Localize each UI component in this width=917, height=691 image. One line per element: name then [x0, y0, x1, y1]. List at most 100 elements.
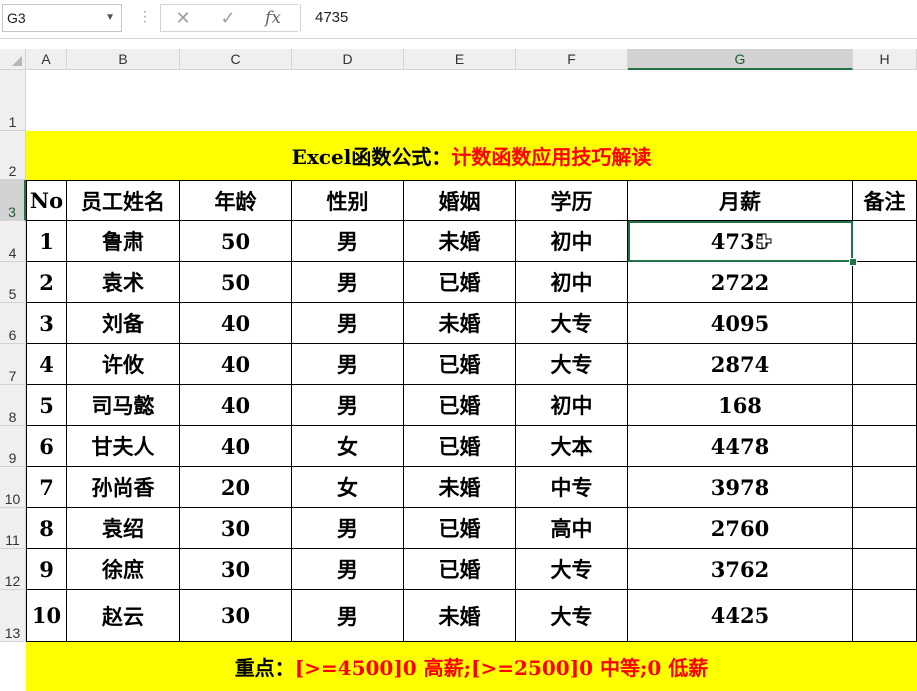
fill-handle[interactable]	[849, 258, 857, 266]
chevron-down-icon[interactable]: ▼	[105, 5, 115, 31]
row-header-6[interactable]: 6	[0, 303, 26, 344]
table-cell[interactable]: 4	[26, 344, 67, 385]
table-cell[interactable]: 3	[26, 303, 67, 344]
row-header-3[interactable]: 3	[0, 180, 26, 221]
table-cell[interactable]: 已婚	[404, 262, 516, 303]
sheet-footer-note[interactable]: 重点： [>=4500]0 高薪;[>=2500]0 中等;0 低薪	[26, 642, 917, 691]
table-cell[interactable]: 3762	[628, 549, 853, 590]
table-cell[interactable]: 已婚	[404, 385, 516, 426]
table-cell[interactable]: 徐庶	[67, 549, 180, 590]
table-cell[interactable]: 20	[180, 467, 292, 508]
row-header-10[interactable]: 10	[0, 467, 26, 508]
table-cell[interactable]	[853, 590, 917, 642]
select-all-corner[interactable]	[0, 49, 26, 70]
row-header-5[interactable]: 5	[0, 262, 26, 303]
table-cell[interactable]: 初中	[516, 221, 628, 262]
table-cell[interactable]	[853, 549, 917, 590]
table-cell[interactable]: 已婚	[404, 344, 516, 385]
table-cell[interactable]: 10	[26, 590, 67, 642]
table-cell[interactable]	[853, 221, 917, 262]
table-cell[interactable]: 40	[180, 385, 292, 426]
table-cell[interactable]: 赵云	[67, 590, 180, 642]
table-cell[interactable]: 甘夫人	[67, 426, 180, 467]
column-header-a[interactable]: A	[26, 49, 67, 70]
column-header-b[interactable]: B	[67, 49, 180, 70]
row-header-9[interactable]: 9	[0, 426, 26, 467]
table-cell[interactable]: 6	[26, 426, 67, 467]
table-cell[interactable]: 男	[292, 221, 404, 262]
table-cell[interactable]: 男	[292, 549, 404, 590]
table-cell[interactable]: 50	[180, 262, 292, 303]
row-header-1[interactable]: 1	[0, 70, 26, 131]
table-cell[interactable]: 孙尚香	[67, 467, 180, 508]
header-cell[interactable]: 备注	[853, 180, 917, 221]
column-header-e[interactable]: E	[404, 49, 516, 70]
table-cell[interactable]: 2722	[628, 262, 853, 303]
table-cell[interactable]: 未婚	[404, 590, 516, 642]
table-cell[interactable]: 30	[180, 549, 292, 590]
table-cell[interactable]: 40	[180, 303, 292, 344]
table-cell[interactable]: 已婚	[404, 508, 516, 549]
table-cell[interactable]: 4425	[628, 590, 853, 642]
table-cell[interactable]: 男	[292, 262, 404, 303]
table-cell[interactable]: 50	[180, 221, 292, 262]
table-cell[interactable]: 3978	[628, 467, 853, 508]
table-cell[interactable]: 2874	[628, 344, 853, 385]
table-cell[interactable]: 4735	[628, 221, 853, 262]
table-cell[interactable]: 大专	[516, 344, 628, 385]
row-header-8[interactable]: 8	[0, 385, 26, 426]
table-cell[interactable]: 初中	[516, 262, 628, 303]
table-cell[interactable]: 30	[180, 508, 292, 549]
table-cell[interactable]: 高中	[516, 508, 628, 549]
table-cell[interactable]: 5	[26, 385, 67, 426]
table-cell[interactable]: 袁绍	[67, 508, 180, 549]
table-cell[interactable]	[853, 467, 917, 508]
table-cell[interactable]: 大专	[516, 549, 628, 590]
header-cell[interactable]: 年龄	[180, 180, 292, 221]
insert-function-icon[interactable]: fx	[253, 4, 293, 32]
table-cell[interactable]	[853, 508, 917, 549]
table-cell[interactable]: 40	[180, 344, 292, 385]
table-cell[interactable]: 刘备	[67, 303, 180, 344]
table-cell[interactable]	[853, 385, 917, 426]
table-cell[interactable]: 9	[26, 549, 67, 590]
table-cell[interactable]: 许攸	[67, 344, 180, 385]
table-cell[interactable]: 40	[180, 426, 292, 467]
table-cell[interactable]: 袁术	[67, 262, 180, 303]
table-cell[interactable]: 2	[26, 262, 67, 303]
table-cell[interactable]	[853, 344, 917, 385]
column-header-c[interactable]: C	[180, 49, 292, 70]
table-cell[interactable]: 男	[292, 385, 404, 426]
table-cell[interactable]: 已婚	[404, 549, 516, 590]
header-cell[interactable]: 学历	[516, 180, 628, 221]
enter-icon[interactable]: ✓	[208, 4, 248, 32]
name-box[interactable]: G3 ▼	[2, 4, 122, 32]
table-cell[interactable]: 女	[292, 467, 404, 508]
table-cell[interactable]: 未婚	[404, 221, 516, 262]
table-cell[interactable]: 1	[26, 221, 67, 262]
column-header-d[interactable]: D	[292, 49, 404, 70]
table-cell[interactable]: 30	[180, 590, 292, 642]
row-header-7[interactable]: 7	[0, 344, 26, 385]
column-header-h[interactable]: H	[853, 49, 917, 70]
column-header-g[interactable]: G	[628, 49, 853, 70]
table-cell[interactable]: 大专	[516, 303, 628, 344]
header-cell[interactable]: 婚姻	[404, 180, 516, 221]
row-header-12[interactable]: 12	[0, 549, 26, 590]
header-cell[interactable]: 员工姓名	[67, 180, 180, 221]
header-cell[interactable]: 性别	[292, 180, 404, 221]
table-cell[interactable]: 女	[292, 426, 404, 467]
table-cell[interactable]: 鲁肃	[67, 221, 180, 262]
row-header-2[interactable]: 2	[0, 131, 26, 180]
row-header-13[interactable]: 13	[0, 590, 26, 642]
table-cell[interactable]: 7	[26, 467, 67, 508]
row-header-4[interactable]: 4	[0, 221, 26, 262]
table-cell[interactable]: 男	[292, 508, 404, 549]
cancel-icon[interactable]: ✕	[163, 4, 203, 32]
table-cell[interactable]: 8	[26, 508, 67, 549]
formula-input[interactable]: 4735	[300, 4, 917, 32]
table-cell[interactable]	[853, 303, 917, 344]
row-header-11[interactable]: 11	[0, 508, 26, 549]
table-cell[interactable]	[853, 262, 917, 303]
table-cell[interactable]: 4095	[628, 303, 853, 344]
